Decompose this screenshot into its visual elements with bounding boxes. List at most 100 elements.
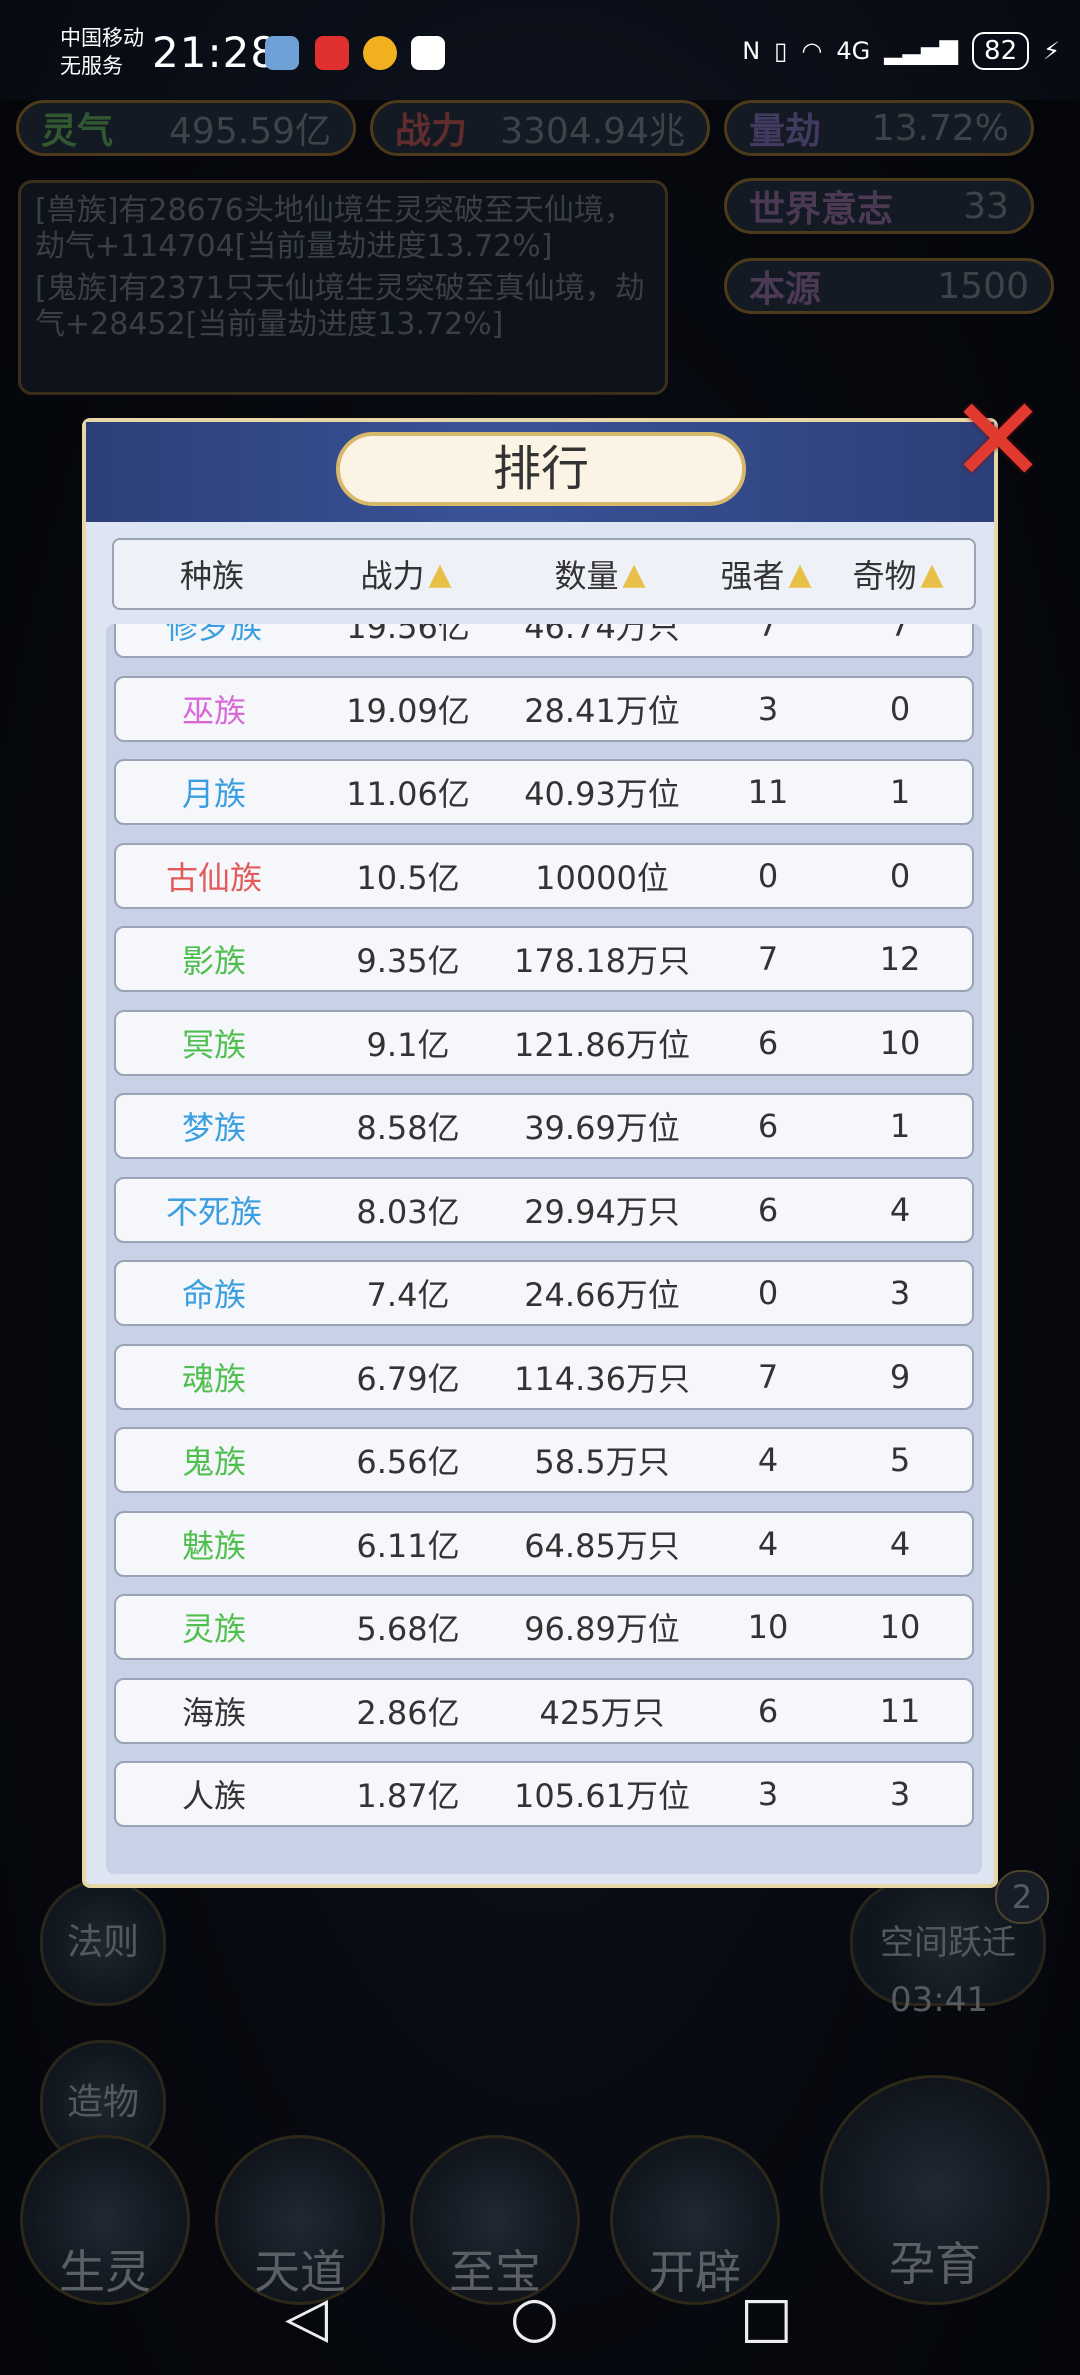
race-name: 人族: [181, 1777, 246, 1815]
ranking-list[interactable]: 修罗族 19.56亿 46.74万只 7 7 巫族 19.09亿 28.41万位 3 0 月族 11.…: [106, 624, 982, 1874]
power-value: 7.4亿: [366, 1276, 450, 1314]
power-value: 6.56亿: [356, 1443, 460, 1481]
strong-value: 7: [757, 624, 779, 644]
strong-value: 3: [757, 689, 779, 728]
race-name: 命族: [181, 1276, 246, 1314]
table-row[interactable]: 修罗族 19.56亿 46.74万只 7 7: [114, 624, 974, 658]
strong-value: 6: [757, 1190, 779, 1229]
count-value: 121.86万位: [514, 1025, 690, 1064]
column-items[interactable]: 奇物 ▲: [834, 551, 962, 597]
strong-value: 7: [757, 940, 779, 978]
table-row[interactable]: 月族 11.06亿 40.93万位 11 1: [114, 759, 974, 825]
system-nav-bar: ◁ ○ □: [0, 2265, 1080, 2375]
strong-value: 6: [757, 1691, 779, 1730]
count-value: 39.69万位: [524, 1109, 680, 1147]
strong-value: 3: [757, 1775, 779, 1813]
items-value: 3: [889, 1274, 911, 1312]
items-value: 4: [889, 1190, 911, 1229]
table-row[interactable]: 命族 7.4亿 24.66万位 0 3: [114, 1260, 974, 1326]
power-value: 5.68亿: [356, 1610, 460, 1648]
race-name: 灵族: [181, 1610, 246, 1648]
race-name: 不死族: [165, 1192, 262, 1231]
count-value: 46.74万只: [524, 624, 680, 646]
race-name: 海族: [181, 1693, 246, 1732]
count-value: 114.36万只: [514, 1359, 690, 1398]
power-value: 1.87亿: [356, 1777, 460, 1815]
strong-value: 6: [757, 1107, 779, 1145]
race-name: 影族: [181, 942, 246, 980]
strong-value: 0: [757, 1274, 779, 1312]
count-value: 28.41万位: [524, 691, 680, 730]
strong-value: 0: [757, 856, 779, 895]
strong-value: 10: [747, 1608, 789, 1646]
table-row[interactable]: 古仙族 10.5亿 10000位 0 0: [114, 842, 974, 909]
items-value: 0: [889, 689, 911, 728]
back-icon[interactable]: ◁: [285, 2285, 328, 2350]
strong-value: 4: [757, 1524, 779, 1563]
items-value: 11: [879, 1691, 921, 1730]
race-name: 修罗族: [165, 624, 262, 646]
table-row[interactable]: 鬼族 6.56亿 58.5万只 4 5: [114, 1427, 974, 1493]
table-row[interactable]: 梦族 8.58亿 39.69万位 6 1: [114, 1093, 974, 1159]
sort-up-icon: ▲: [428, 556, 452, 592]
power-value: 19.09亿: [346, 691, 470, 730]
sort-up-icon: ▲: [622, 556, 646, 592]
race-name: 巫族: [181, 691, 246, 730]
column-count[interactable]: 数量 ▲: [502, 551, 698, 597]
table-row[interactable]: 巫族 19.09亿 28.41万位 3 0: [114, 675, 974, 742]
table-row[interactable]: 灵族 5.68亿 96.89万位 10 10: [114, 1594, 974, 1660]
items-value: 10: [879, 1023, 921, 1062]
items-value: 3: [889, 1775, 911, 1813]
column-strong[interactable]: 强者 ▲: [698, 551, 834, 597]
table-row[interactable]: 冥族 9.1亿 121.86万位 6 10: [114, 1009, 974, 1076]
race-name: 魂族: [181, 1359, 246, 1398]
recents-icon[interactable]: □: [740, 2285, 793, 2350]
items-value: 10: [879, 1608, 921, 1646]
home-icon[interactable]: ○: [510, 2285, 559, 2350]
table-row[interactable]: 魅族 6.11亿 64.85万只 4 4: [114, 1510, 974, 1577]
race-name: 月族: [181, 775, 246, 813]
table-row[interactable]: 海族 2.86亿 425万只 6 11: [114, 1677, 974, 1744]
count-value: 24.66万位: [524, 1276, 680, 1314]
items-value: 1: [889, 1107, 911, 1145]
dialog-header: 排行: [86, 422, 994, 522]
count-value: 178.18万只: [514, 942, 690, 980]
items-value: 7: [889, 624, 911, 644]
table-row[interactable]: 魂族 6.79亿 114.36万只 7 9: [114, 1343, 974, 1410]
power-value: 10.5亿: [356, 858, 460, 897]
table-row[interactable]: 影族 9.35亿 178.18万只 7 12: [114, 926, 974, 992]
table-row[interactable]: 不死族 8.03亿 29.94万只 6 4: [114, 1176, 974, 1243]
column-race[interactable]: 种族: [114, 551, 310, 597]
count-value: 105.61万位: [514, 1777, 690, 1815]
race-name: 冥族: [181, 1025, 246, 1064]
column-power[interactable]: 战力 ▲: [310, 551, 502, 597]
count-value: 64.85万只: [524, 1526, 680, 1565]
count-value: 40.93万位: [524, 775, 680, 813]
items-value: 0: [889, 856, 911, 895]
power-value: 19.56亿: [346, 624, 470, 646]
power-value: 8.58亿: [356, 1109, 460, 1147]
table-row[interactable]: 人族 1.87亿 105.61万位 3 3: [114, 1761, 974, 1827]
items-value: 5: [889, 1441, 911, 1479]
sort-up-icon: ▲: [920, 556, 944, 592]
strong-value: 11: [747, 773, 789, 811]
power-value: 9.1亿: [366, 1025, 450, 1064]
items-value: 4: [889, 1524, 911, 1563]
count-value: 96.89万位: [524, 1610, 680, 1648]
power-value: 6.11亿: [356, 1526, 460, 1565]
power-value: 2.86亿: [356, 1693, 460, 1732]
strong-value: 4: [757, 1441, 779, 1479]
race-name: 古仙族: [165, 858, 262, 897]
dialog-title: 排行: [336, 432, 746, 506]
table-header: 种族 战力 ▲ 数量 ▲ 强者 ▲ 奇物 ▲: [112, 538, 976, 610]
count-value: 10000位: [535, 858, 669, 897]
power-value: 8.03亿: [356, 1192, 460, 1231]
power-value: 11.06亿: [346, 775, 470, 813]
close-icon[interactable]: ✕: [938, 380, 1058, 500]
count-value: 29.94万只: [524, 1192, 680, 1231]
race-name: 鬼族: [181, 1443, 246, 1481]
race-name: 魅族: [181, 1526, 246, 1565]
count-value: 58.5万只: [534, 1443, 670, 1481]
power-value: 6.79亿: [356, 1359, 460, 1398]
items-value: 12: [879, 940, 921, 978]
